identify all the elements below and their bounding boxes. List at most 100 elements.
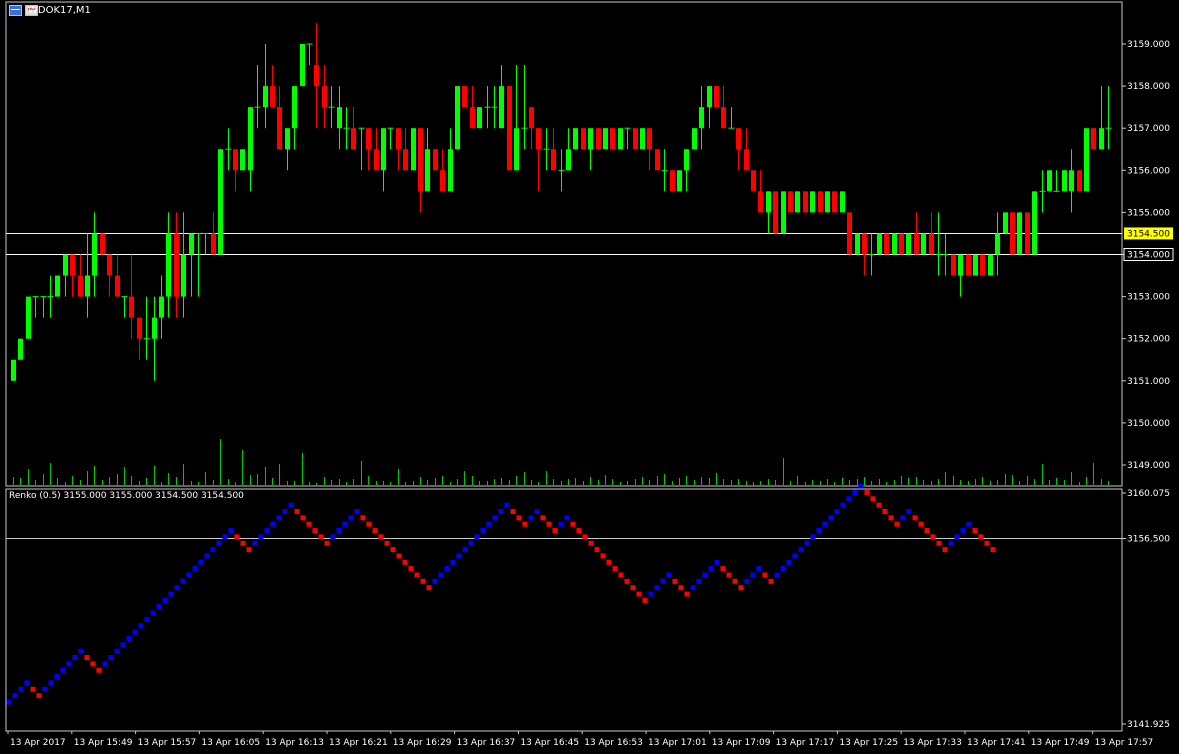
bear-candle xyxy=(1091,128,1096,150)
renko-brick-up xyxy=(468,540,474,546)
time-axis-label: 13 Apr 2017 xyxy=(10,738,66,748)
bull-candle xyxy=(618,128,623,150)
renko-brick-down xyxy=(876,502,882,508)
renko-brick-down xyxy=(672,578,678,584)
renko-brick-up xyxy=(708,566,714,572)
bear-candle xyxy=(507,86,512,171)
renko-brick-up xyxy=(288,502,294,508)
renko-brick-down xyxy=(96,667,102,673)
renko-brick-down xyxy=(408,566,414,572)
renko-brick-down xyxy=(426,585,432,591)
renko-brick-up xyxy=(900,515,906,521)
bull-candle xyxy=(18,338,23,360)
price-axis-label: 3150.000 xyxy=(1127,419,1170,429)
renko-brick-down xyxy=(372,528,378,534)
renko-brick-up xyxy=(702,572,708,578)
renko-brick-up xyxy=(48,680,54,686)
time-axis-label: 13 Apr 17:33 xyxy=(903,738,962,748)
renko-brick-up xyxy=(648,591,654,597)
renko-brick-down xyxy=(510,509,516,514)
renko-brick-up xyxy=(270,521,276,527)
bull-candle xyxy=(285,128,290,150)
time-axis-label: 13 Apr 16:53 xyxy=(584,738,643,748)
bull-candle xyxy=(55,275,60,297)
bull-candle xyxy=(766,191,771,213)
renko-brick-down xyxy=(240,540,246,546)
renko-brick-down xyxy=(678,585,684,591)
price-axis-label: 3159.000 xyxy=(1127,40,1170,50)
renko-brick-up xyxy=(750,572,756,578)
bear-candle xyxy=(744,149,749,171)
renko-brick-up xyxy=(342,521,348,527)
bear-candle xyxy=(788,191,793,213)
renko-brick-down xyxy=(918,521,924,527)
renko-brick-up xyxy=(564,515,570,521)
renko-brick-up xyxy=(696,578,702,584)
bull-candle xyxy=(248,107,253,171)
renko-brick-up xyxy=(792,553,798,559)
renko-brick-down xyxy=(576,528,582,534)
bull-candle xyxy=(1069,170,1074,192)
renko-brick-up xyxy=(132,629,138,635)
bull-candle xyxy=(810,191,815,213)
renko-brick-down xyxy=(552,528,558,534)
renko-brick-up xyxy=(138,623,144,629)
renko-brick-down xyxy=(522,521,528,527)
bear-candle xyxy=(633,128,638,150)
bear-candle xyxy=(129,296,134,318)
renko-brick-down xyxy=(606,559,612,565)
renko-brick-up xyxy=(834,509,840,514)
bull-candle xyxy=(566,149,571,171)
renko-brick-up xyxy=(774,572,780,578)
bear-candle xyxy=(581,128,586,150)
bull-candle xyxy=(892,233,897,255)
renko-brick-down xyxy=(420,578,426,584)
renko-brick-down xyxy=(882,509,888,514)
renko-brick-down xyxy=(984,540,990,546)
renko-brick-up xyxy=(354,509,360,514)
bear-candle xyxy=(610,128,615,150)
renko-brick-up xyxy=(858,483,864,489)
bull-candle xyxy=(166,233,171,297)
bull-candle xyxy=(692,128,697,150)
renko-brick-up xyxy=(6,699,12,705)
renko-brick-up xyxy=(810,534,816,540)
bull-candle xyxy=(1032,191,1037,255)
time-axis-label: 13 Apr 15:57 xyxy=(138,738,197,748)
renko-brick-up xyxy=(264,528,270,534)
bull-candle xyxy=(159,296,164,318)
bid-price-label: 3154.500 xyxy=(1127,229,1170,239)
renko-brick-down xyxy=(972,528,978,534)
bull-candle xyxy=(477,107,482,129)
renko-brick-down xyxy=(978,534,984,540)
time-axis-label: 13 Apr 17:01 xyxy=(648,738,707,748)
time-axis-label: 13 Apr 17:09 xyxy=(712,738,771,748)
renko-brick-down xyxy=(684,591,690,597)
renko-brick-up xyxy=(252,540,258,546)
renko-brick-down xyxy=(768,578,774,584)
bear-candle xyxy=(899,233,904,255)
renko-brick-up xyxy=(474,534,480,540)
renko-brick-down xyxy=(312,528,318,534)
bull-candle xyxy=(684,149,689,171)
renko-brick-up xyxy=(204,553,210,559)
renko-brick-up xyxy=(432,578,438,584)
bear-candle xyxy=(980,254,985,276)
bull-candle xyxy=(1084,128,1089,192)
renko-brick-down xyxy=(642,597,648,603)
renko-brick-up xyxy=(180,578,186,584)
chart-canvas[interactable]: 3159.000 3158.000 3157.000 3156.000 3155.000… xyxy=(0,0,1179,754)
bear-candle xyxy=(862,233,867,255)
bear-candle xyxy=(536,128,541,150)
renko-brick-up xyxy=(120,642,126,648)
renko-brick-up xyxy=(174,585,180,591)
bull-candle xyxy=(988,254,993,276)
renko-brick-down xyxy=(612,566,618,572)
renko-brick-down xyxy=(234,534,240,540)
bear-candle xyxy=(914,233,919,255)
bear-candle xyxy=(929,233,934,255)
time-axis-label: 13 Apr 17:49 xyxy=(1031,738,1090,748)
main-panel-frame xyxy=(5,1,1123,487)
bull-candle xyxy=(448,149,453,192)
renko-brick-down xyxy=(90,661,96,667)
